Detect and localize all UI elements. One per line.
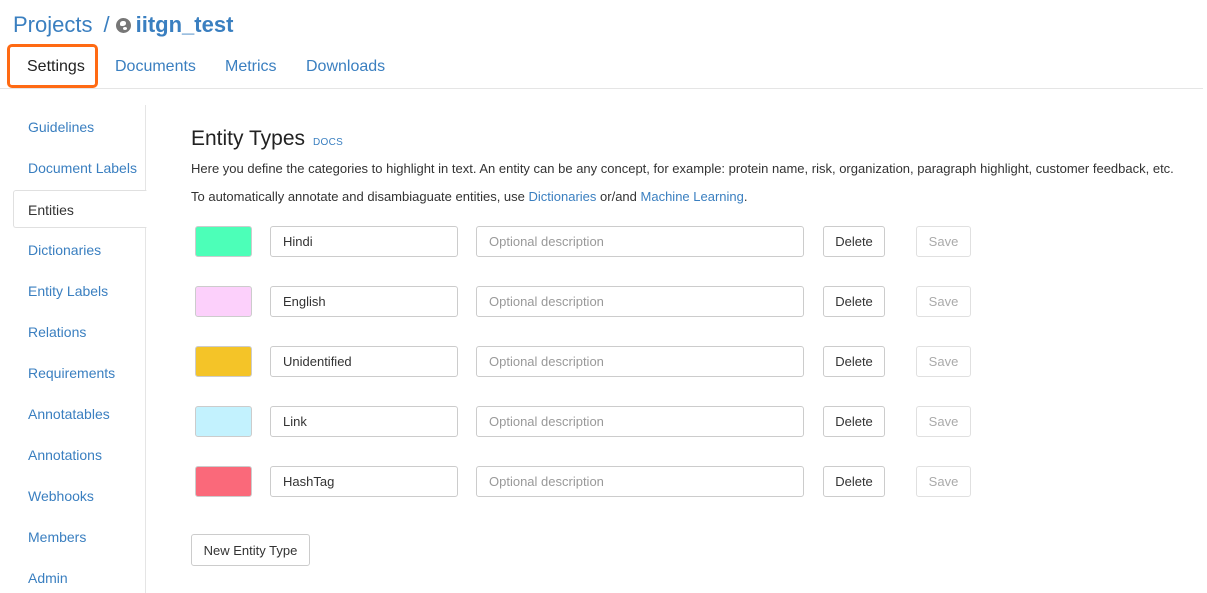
- sidebar: Guidelines Document Labels Entities Dict…: [0, 105, 147, 593]
- entity-color-swatch[interactable]: [195, 286, 252, 317]
- entity-types-description: Here you define the categories to highli…: [191, 161, 1174, 176]
- machine-learning-link[interactable]: Machine Learning: [641, 189, 744, 204]
- sidebar-item-dictionaries[interactable]: Dictionaries: [28, 242, 101, 258]
- tab-downloads[interactable]: Downloads: [306, 58, 385, 76]
- auto-text-part: or/and: [596, 189, 641, 204]
- docs-link[interactable]: DOCS: [313, 137, 343, 148]
- entity-description-input[interactable]: [476, 466, 804, 497]
- entity-color-swatch[interactable]: [195, 466, 252, 497]
- entity-description-input[interactable]: [476, 346, 804, 377]
- tab-metrics[interactable]: Metrics: [225, 58, 277, 76]
- entity-description-input[interactable]: [476, 286, 804, 317]
- auto-text-part: To automatically annotate and disambiagu…: [191, 189, 529, 204]
- dictionaries-link[interactable]: Dictionaries: [529, 189, 597, 204]
- save-button[interactable]: Save: [916, 466, 971, 497]
- sidebar-item-entity-labels[interactable]: Entity Labels: [28, 283, 108, 299]
- sidebar-item-label: Entities: [28, 202, 74, 218]
- tab-settings[interactable]: Settings: [27, 58, 85, 76]
- auto-text-part: .: [743, 189, 748, 204]
- sidebar-item-document-labels[interactable]: Document Labels: [28, 160, 137, 176]
- sidebar-item-admin[interactable]: Admin: [28, 570, 68, 586]
- entity-description-input[interactable]: [476, 406, 804, 437]
- entity-name-input[interactable]: [270, 226, 458, 257]
- entity-description-input[interactable]: [476, 226, 804, 257]
- breadcrumb-projects-link[interactable]: Projects: [13, 12, 92, 38]
- new-entity-type-button[interactable]: New Entity Type: [191, 534, 310, 566]
- breadcrumb: Projects / iitgn_test: [13, 10, 233, 40]
- breadcrumb-separator: /: [103, 12, 110, 37]
- sidebar-item-guidelines[interactable]: Guidelines: [28, 119, 94, 135]
- save-button[interactable]: Save: [916, 286, 971, 317]
- delete-button[interactable]: Delete: [823, 286, 885, 317]
- auto-annotate-text: To automatically annotate and disambiagu…: [191, 189, 748, 204]
- delete-button[interactable]: Delete: [823, 226, 885, 257]
- top-tabs: Settings Documents Metrics Downloads: [0, 44, 1203, 89]
- sidebar-item-webhooks[interactable]: Webhooks: [28, 488, 94, 504]
- tab-documents[interactable]: Documents: [115, 58, 196, 76]
- save-button[interactable]: Save: [916, 346, 971, 377]
- sidebar-item-annotations[interactable]: Annotations: [28, 447, 102, 463]
- section-header: Entity Types DOCS: [191, 127, 343, 151]
- delete-button[interactable]: Delete: [823, 466, 885, 497]
- sidebar-item-entities[interactable]: Entities: [13, 190, 147, 228]
- globe-icon: [115, 17, 131, 33]
- breadcrumb-project-name[interactable]: iitgn_test: [136, 12, 234, 38]
- sidebar-item-requirements[interactable]: Requirements: [28, 365, 115, 381]
- sidebar-item-members[interactable]: Members: [28, 529, 86, 545]
- save-button[interactable]: Save: [916, 226, 971, 257]
- delete-button[interactable]: Delete: [823, 406, 885, 437]
- entity-name-input[interactable]: [270, 286, 458, 317]
- entity-color-swatch[interactable]: [195, 346, 252, 377]
- entity-name-input[interactable]: [270, 406, 458, 437]
- entity-name-input[interactable]: [270, 346, 458, 377]
- entity-name-input[interactable]: [270, 466, 458, 497]
- entity-color-swatch[interactable]: [195, 406, 252, 437]
- page-title: Entity Types: [191, 127, 306, 150]
- entity-color-swatch[interactable]: [195, 226, 252, 257]
- sidebar-item-relations[interactable]: Relations: [28, 324, 86, 340]
- delete-button[interactable]: Delete: [823, 346, 885, 377]
- save-button[interactable]: Save: [916, 406, 971, 437]
- sidebar-item-annotatables[interactable]: Annotatables: [28, 406, 110, 422]
